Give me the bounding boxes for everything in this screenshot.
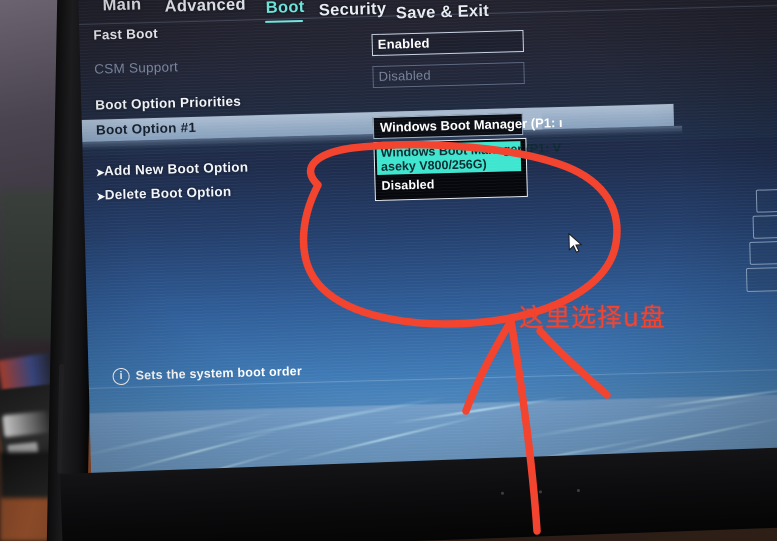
boot-option-dropdown[interactable]: Windows Boot Manager (P1: V aseky V800/2… — [373, 137, 561, 202]
side-panel-box-4[interactable] — [745, 266, 777, 293]
dropdown-option-disabled[interactable]: Disabled — [381, 177, 434, 192]
info-icon: i — [112, 367, 130, 386]
menu-tab-boot[interactable]: Boot — [265, 0, 304, 18]
menu-tab-advanced[interactable]: Advanced — [164, 0, 246, 17]
setting-label-boot-option-1[interactable]: Boot Option #1 — [96, 120, 197, 138]
annotation-note-text: 这里选择u盘 — [519, 303, 666, 332]
action-add-new-boot-option[interactable]: Add New Boot Option — [104, 159, 249, 178]
help-text: Sets the system boot order — [135, 364, 303, 383]
dropdown-option-usb-line2: aseky V800/256G) — [380, 157, 487, 174]
bezel-indicator-2 — [538, 490, 543, 494]
dropdown-option-usb-highlighted[interactable]: Windows Boot Manager (P1: V aseky V800/2… — [376, 141, 561, 175]
side-panel-box-1[interactable] — [755, 188, 777, 213]
side-panel-box-2[interactable] — [752, 214, 777, 239]
value-text-csm-support: Disabled — [378, 67, 431, 84]
bezel-notch — [57, 363, 65, 474]
setting-label-fast-boot[interactable]: Fast Boot — [93, 26, 158, 43]
bios-screen: Main Advanced Boot Security Save & Exit … — [78, 0, 777, 482]
bezel-indicator-3 — [576, 488, 581, 493]
value-box-csm-support: Disabled — [372, 61, 525, 89]
setting-label-csm-support: CSM Support — [94, 59, 179, 77]
side-panel-box-3[interactable] — [749, 240, 777, 265]
menu-tab-main[interactable]: Main — [102, 0, 141, 15]
help-bar: i Sets the system boot order — [88, 339, 777, 394]
selected-value-field[interactable]: Windows Boot Manager (P1: ı — [372, 113, 563, 140]
action-delete-boot-option[interactable]: Delete Boot Option — [105, 184, 232, 202]
background-object-label — [2, 410, 51, 438]
photo-of-monitor: Main Advanced Boot Security Save & Exit … — [0, 0, 777, 541]
value-box-fast-boot[interactable]: Enabled — [371, 29, 525, 57]
bezel-indicator-1 — [500, 491, 505, 495]
value-text-fast-boot: Enabled — [377, 35, 430, 52]
